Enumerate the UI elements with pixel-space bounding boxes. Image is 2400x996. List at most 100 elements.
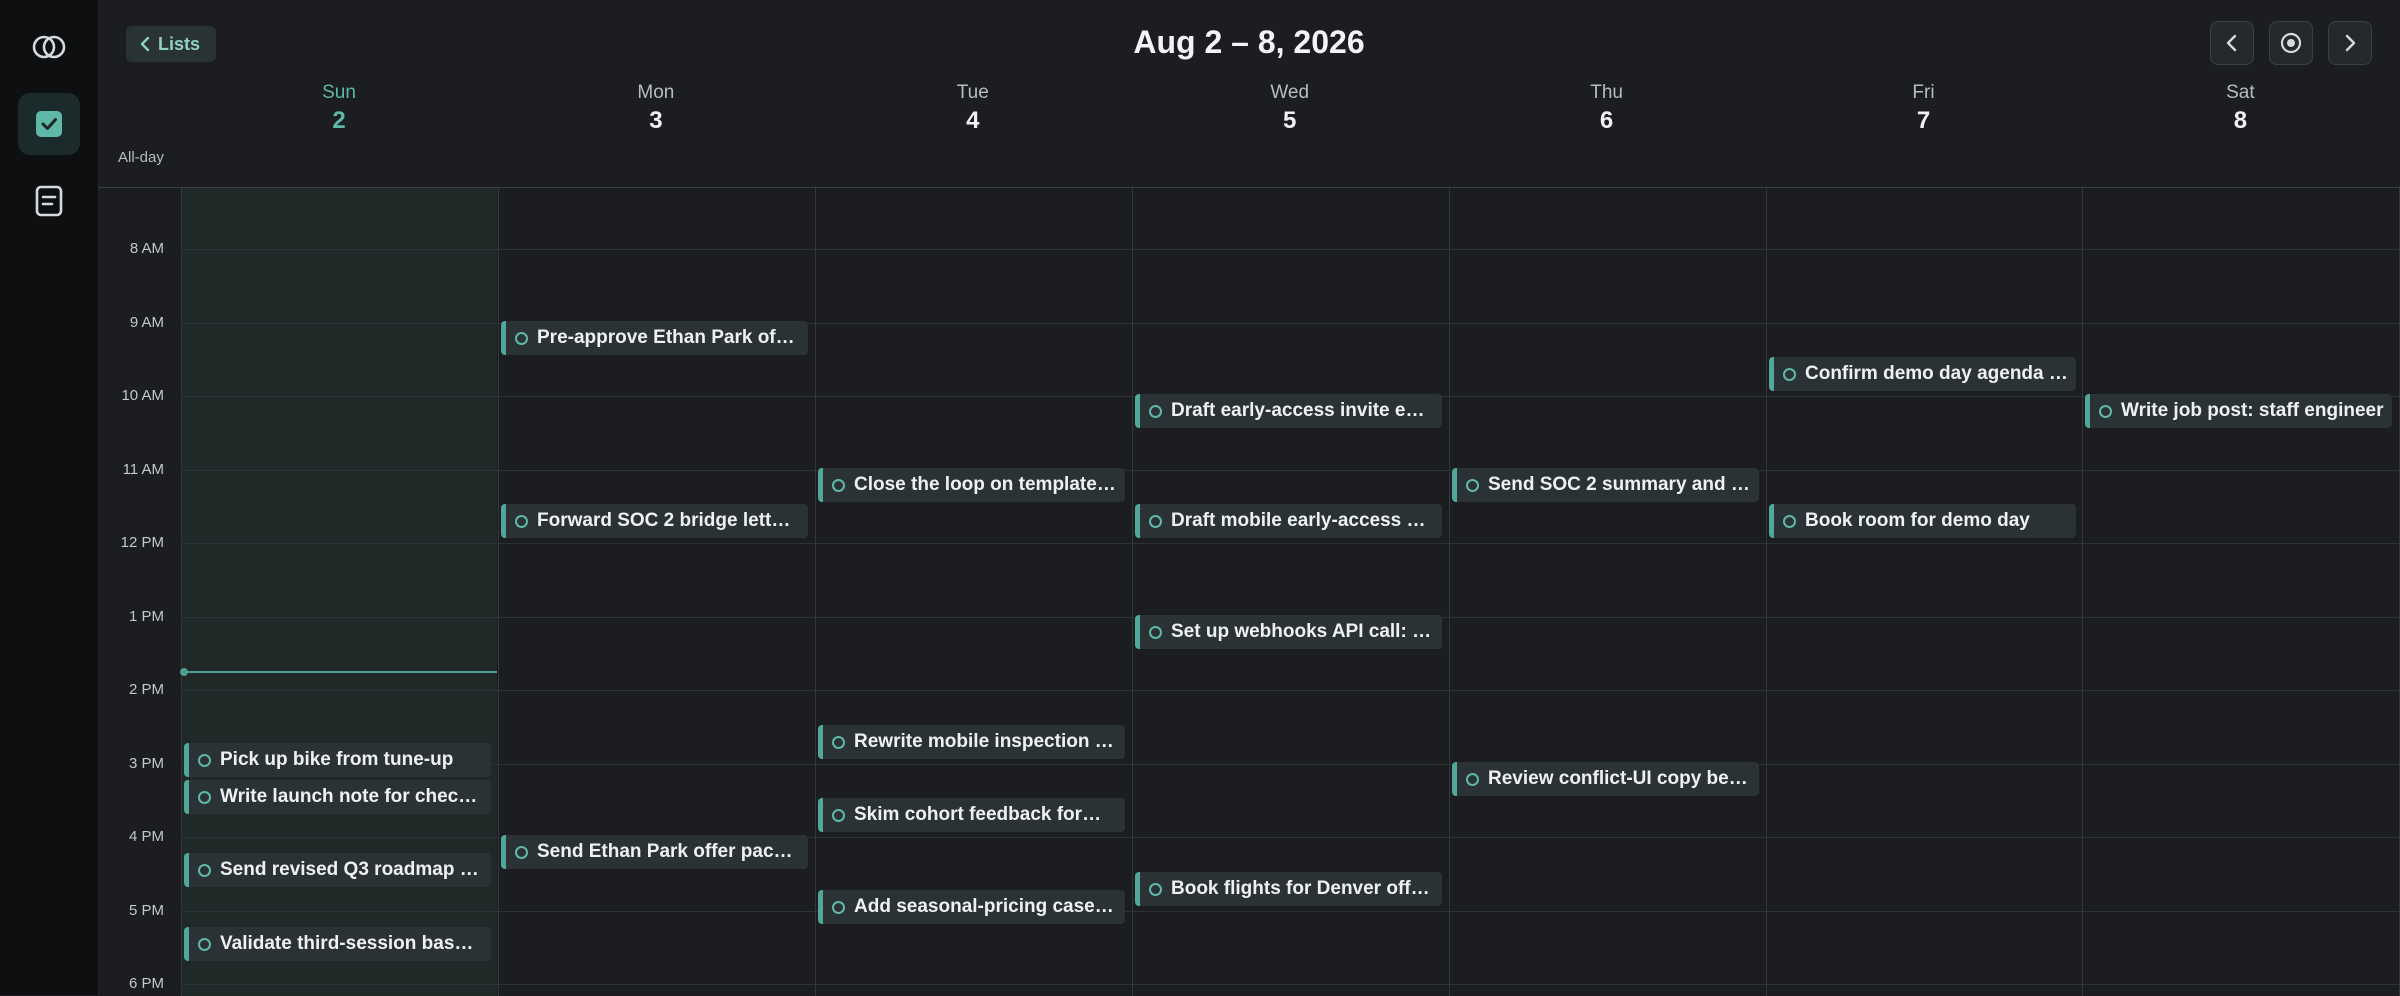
- task-circle-icon[interactable]: [832, 478, 845, 492]
- hour-line: [181, 543, 2400, 544]
- task-circle-icon[interactable]: [832, 735, 845, 749]
- notes-nav-button[interactable]: [18, 170, 80, 232]
- task-circle-icon[interactable]: [1149, 882, 1162, 896]
- event-title: Send Ethan Park offer packet: [537, 841, 800, 862]
- hour-label: 4 PM: [128, 828, 164, 845]
- event-title: Send revised Q3 roadmap one-pager: [220, 859, 483, 880]
- event-title: Close the loop on template feedback: [854, 474, 1117, 495]
- day-number: 5: [1283, 107, 1297, 134]
- task-circle-icon[interactable]: [1149, 514, 1162, 528]
- hour-line: [181, 911, 2400, 912]
- next-week-button[interactable]: [2328, 21, 2372, 65]
- tasks-nav-button[interactable]: [18, 93, 80, 155]
- event[interactable]: Pick up bike from tune-up: [184, 743, 491, 777]
- event-title: Review conflict-UI copy before launch: [1488, 768, 1751, 789]
- hour-label: 10 AM: [121, 387, 164, 404]
- event[interactable]: Review conflict-UI copy before launch: [1452, 762, 1759, 796]
- day-number: 7: [1916, 107, 1931, 134]
- hour-line: [181, 690, 2400, 691]
- event[interactable]: Book room for demo day: [1769, 504, 2076, 538]
- day-header-wed[interactable]: Wed 5: [1132, 82, 1448, 135]
- task-circle-icon[interactable]: [1783, 367, 1796, 381]
- day-name: Sat: [2226, 82, 2255, 103]
- day-name: Thu: [1590, 82, 1623, 103]
- event[interactable]: Close the loop on template feedback: [818, 468, 1125, 502]
- day-name: Tue: [956, 82, 989, 103]
- event[interactable]: Set up webhooks API call: Maya: [1135, 615, 1442, 649]
- event[interactable]: Pre-approve Ethan Park offer terms: [501, 321, 808, 355]
- event-title: Send SOC 2 summary and bridge letter: [1488, 474, 1751, 495]
- event[interactable]: Skim cohort feedback form responses: [818, 798, 1125, 832]
- day-divider: [815, 188, 816, 996]
- hour-line: [181, 764, 2400, 765]
- hour-line: [181, 470, 2400, 471]
- day-header-thu[interactable]: Thu 6: [1449, 82, 1765, 135]
- hour-label: 3 PM: [128, 755, 164, 772]
- event[interactable]: Draft mobile early-access copy: [1135, 504, 1442, 538]
- today-button[interactable]: [2269, 21, 2313, 65]
- hour-label: 11 AM: [122, 461, 164, 478]
- day-header-sat[interactable]: Sat 8: [2082, 82, 2398, 135]
- event-title: Write job post: staff engineer: [2121, 400, 2384, 421]
- current-time-line: [183, 671, 497, 673]
- hour-line: [181, 984, 2400, 985]
- task-circle-icon[interactable]: [515, 845, 528, 859]
- event-title: Draft mobile early-access copy: [1171, 510, 1434, 531]
- event-title: Book room for demo day: [1805, 510, 2030, 531]
- day-number: 4: [966, 107, 980, 134]
- day-name: Sun: [322, 82, 356, 103]
- event-title: Book flights for Denver offsite: [1171, 878, 1434, 899]
- event[interactable]: Forward SOC 2 bridge letter to finance: [501, 504, 808, 538]
- event-title: Draft early-access invite email: [1171, 400, 1434, 421]
- chevron-left-icon: [2226, 34, 2237, 52]
- day-divider: [1766, 188, 1767, 996]
- event-title: Write launch note for checklist template…: [220, 786, 483, 807]
- day-divider: [498, 188, 499, 996]
- day-divider: [1132, 188, 1133, 996]
- app-logo-icon[interactable]: [18, 16, 80, 78]
- event[interactable]: Write job post: staff engineer: [2085, 394, 2392, 428]
- previous-week-button[interactable]: [2210, 21, 2254, 65]
- day-header-mon[interactable]: Mon 3: [498, 82, 814, 135]
- task-circle-icon[interactable]: [198, 790, 211, 804]
- task-circle-icon[interactable]: [1466, 478, 1479, 492]
- event[interactable]: Validate third-session baseline numbers: [184, 927, 491, 961]
- task-circle-icon[interactable]: [2099, 404, 2112, 418]
- event-title: Forward SOC 2 bridge letter to finance: [537, 510, 800, 531]
- task-circle-icon[interactable]: [1783, 514, 1796, 528]
- event[interactable]: Draft early-access invite email: [1135, 394, 1442, 428]
- hour-label: 1 PM: [128, 608, 164, 625]
- day-header-fri[interactable]: Fri 7: [1766, 82, 2082, 135]
- event-title: Rewrite mobile inspection empty states: [854, 731, 1117, 752]
- day-number: 2: [332, 107, 346, 134]
- event[interactable]: Confirm demo day agenda for sponsors: [1769, 357, 2076, 391]
- event-title: Pick up bike from tune-up: [220, 749, 454, 770]
- task-circle-icon[interactable]: [515, 514, 528, 528]
- day-number: 8: [2233, 107, 2248, 134]
- event[interactable]: Rewrite mobile inspection empty states: [818, 725, 1125, 759]
- event[interactable]: Add seasonal-pricing case to the doc: [818, 890, 1125, 924]
- task-circle-icon[interactable]: [1466, 772, 1479, 786]
- event[interactable]: Book flights for Denver offsite: [1135, 872, 1442, 906]
- event-title: Add seasonal-pricing case to the doc: [854, 896, 1117, 917]
- hour-label: 9 AM: [129, 314, 164, 331]
- day-name: Wed: [1270, 82, 1310, 103]
- event[interactable]: Write launch note for checklist template…: [184, 780, 491, 814]
- task-circle-icon[interactable]: [832, 808, 845, 822]
- event[interactable]: Send Ethan Park offer packet: [501, 835, 808, 869]
- event-title: Validate third-session baseline numbers: [220, 933, 483, 954]
- task-circle-icon[interactable]: [198, 937, 211, 951]
- day-header-tue[interactable]: Tue 4: [815, 82, 1131, 135]
- day-header-sun[interactable]: Sun 2: [181, 82, 497, 135]
- task-circle-icon[interactable]: [1149, 625, 1162, 639]
- hour-label: 2 PM: [128, 681, 164, 698]
- task-circle-icon[interactable]: [198, 753, 211, 767]
- task-circle-icon[interactable]: [198, 863, 211, 877]
- day-number: 3: [649, 107, 663, 134]
- task-circle-icon[interactable]: [1149, 404, 1162, 418]
- task-circle-icon[interactable]: [515, 331, 528, 345]
- event[interactable]: Send SOC 2 summary and bridge letter: [1452, 468, 1759, 502]
- task-circle-icon[interactable]: [832, 900, 845, 914]
- all-day-label: All-day: [118, 149, 164, 166]
- event[interactable]: Send revised Q3 roadmap one-pager: [184, 853, 491, 887]
